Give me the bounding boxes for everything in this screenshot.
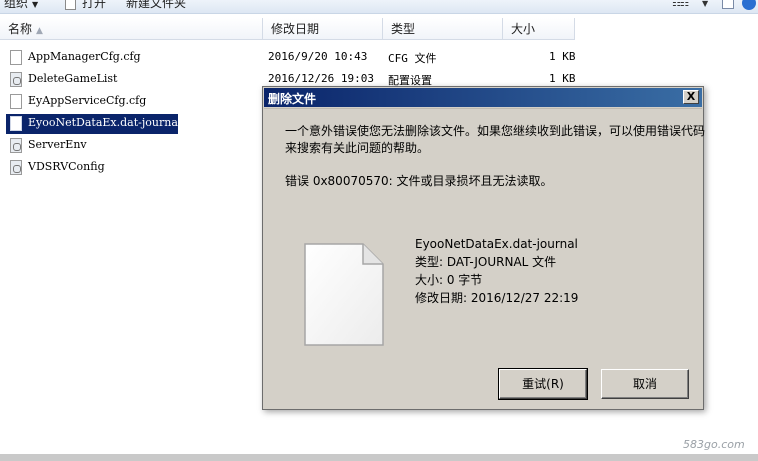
view-options-icon[interactable]: ☷☷ <box>672 0 689 9</box>
file-modified: 2016/12/26 19:03 <box>268 72 374 85</box>
blank-file-icon <box>304 243 384 346</box>
file-name: EyAppServiceCfg.cfg <box>28 94 147 107</box>
column-name-label: 名称 <box>8 22 33 36</box>
sort-ascending-icon: ▲ <box>36 26 43 36</box>
column-header-size[interactable]: 大小 <box>503 18 575 40</box>
view-dropdown-icon[interactable]: ▼ <box>702 0 708 8</box>
watermark-text: 583go.com <box>683 438 745 451</box>
column-header-modified[interactable]: 修改日期 <box>263 18 383 40</box>
detail-file-name: EyooNetDataEx.dat-journal <box>415 237 578 251</box>
settings-file-icon <box>10 160 22 175</box>
document-icon <box>10 50 22 65</box>
close-button[interactable]: X <box>683 90 699 104</box>
detail-file-size: 大小: 0 字节 <box>415 273 483 287</box>
file-modified: 2016/9/20 10:43 <box>268 50 368 63</box>
file-name: ServerEnv <box>28 138 87 151</box>
column-header-type[interactable]: 类型 <box>383 18 503 40</box>
error-code: 错误 0x80070570: 文件或目录损坏且无法读取。 <box>285 174 553 188</box>
new-folder-button[interactable]: 新建文件夹 <box>126 0 186 11</box>
file-size: 1 KB <box>549 72 576 85</box>
column-type-label: 类型 <box>391 22 416 36</box>
preview-pane-icon[interactable] <box>722 0 734 9</box>
open-file-icon <box>65 0 76 10</box>
file-row[interactable]: AppManagerCfg.cfg 2016/9/20 10:43 CFG 文件… <box>0 47 758 69</box>
document-icon <box>10 116 22 131</box>
bottom-edge <box>0 454 758 461</box>
detail-file-type: 类型: DAT-JOURNAL 文件 <box>415 255 557 269</box>
retry-button[interactable]: 重试(R) <box>498 368 588 400</box>
file-size: 1 KB <box>549 50 576 63</box>
settings-file-icon <box>10 72 22 87</box>
column-modified-label: 修改日期 <box>271 22 320 36</box>
detail-file-modified: 修改日期: 2016/12/27 22:19 <box>415 291 579 305</box>
file-name: DeleteGameList <box>28 72 118 85</box>
dialog-title: 删除文件 <box>268 92 317 106</box>
open-button[interactable]: 打开 <box>82 0 106 11</box>
settings-file-icon <box>10 138 22 153</box>
column-header-name[interactable]: 名称 ▲ <box>0 18 263 40</box>
delete-file-dialog: 删除文件 X 一个意外错误使您无法删除该文件。如果您继续收到此错误，可以使用错误… <box>262 86 706 410</box>
dialog-titlebar[interactable]: 删除文件 X <box>264 88 702 107</box>
cancel-button[interactable]: 取消 <box>601 369 689 399</box>
help-icon[interactable] <box>742 0 756 10</box>
file-details: EyooNetDataEx.dat-journal 类型: DAT-JOURNA… <box>415 235 578 307</box>
file-name: AppManagerCfg.cfg <box>28 50 141 63</box>
dropdown-arrow-icon: ▼ <box>32 0 39 9</box>
file-name: VDSRVConfig <box>28 160 105 173</box>
file-name: EyooNetDataEx.dat-journal <box>28 116 182 129</box>
organize-menu-button[interactable]: 组织 ▼ <box>4 0 38 11</box>
explorer-toolbar: 组织 ▼ 打开 新建文件夹 ☷☷ ▼ <box>0 0 758 14</box>
column-size-label: 大小 <box>511 22 536 36</box>
error-message: 一个意外错误使您无法删除该文件。如果您继续收到此错误，可以使用错误代码来搜索有关… <box>285 124 706 155</box>
document-icon <box>10 94 22 109</box>
file-type: CFG 文件 <box>388 52 437 65</box>
organize-label: 组织 <box>4 0 29 10</box>
